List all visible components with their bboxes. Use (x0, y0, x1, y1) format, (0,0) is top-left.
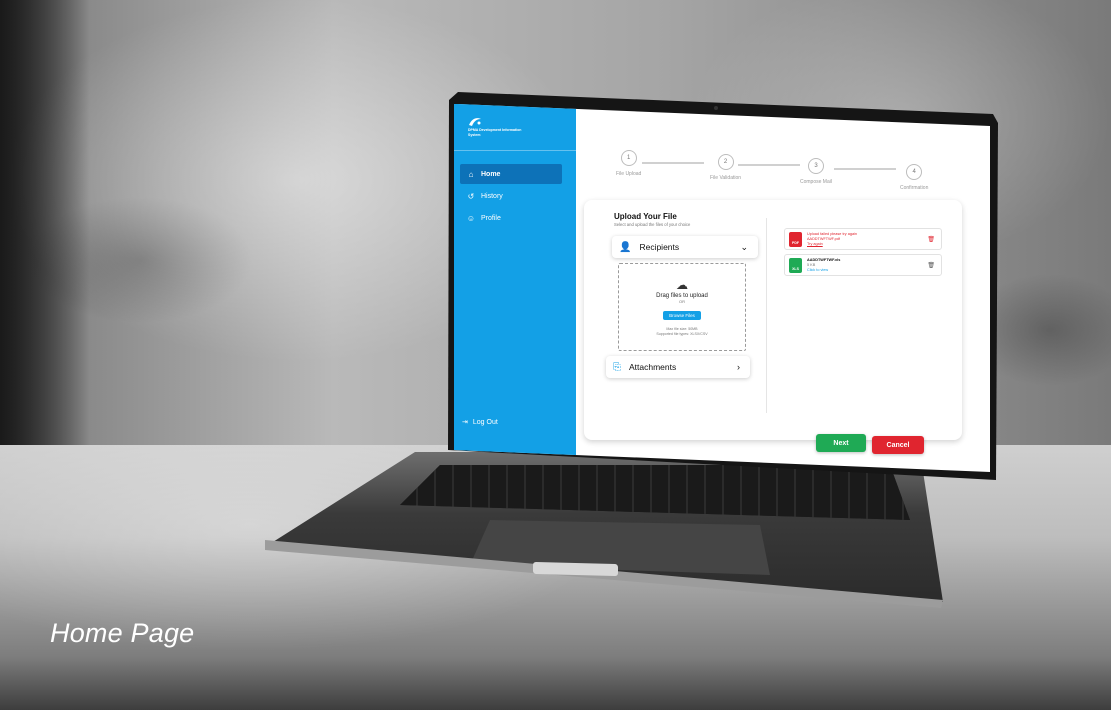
trash-icon[interactable]: 🗑 (927, 236, 935, 243)
step-label: Compose Mail (800, 179, 832, 185)
attachments-accordion[interactable]: ⎘ Attachments › (606, 356, 750, 378)
history-icon: ↺ (467, 191, 475, 201)
panel-divider (766, 218, 767, 413)
browse-files-button[interactable]: Browse Files (663, 311, 701, 320)
try-again-link[interactable]: Try again (807, 242, 823, 247)
trash-icon[interactable]: 🗑 (927, 262, 935, 269)
file-name: AADDTWFTWF.xls (807, 258, 841, 262)
logout-button[interactable]: ⇥ Log Out (462, 418, 498, 427)
logo-text: DPMA Development Information System (468, 128, 522, 137)
step-number: 3 (807, 158, 824, 174)
file-status: Upload failed please try again (807, 232, 858, 236)
laptop-screen: DPMA Development Information System ⌂ Ho… (454, 104, 990, 472)
upload-subtitle: Select and upload the files of your choi… (614, 222, 691, 227)
chevron-down-icon: ⌄ (740, 241, 748, 252)
page-caption: Home Page (50, 618, 195, 648)
sidebar-item-label: Home (481, 170, 501, 178)
dropzone-or: OR (679, 299, 685, 304)
pdf-file-icon: PDF (789, 232, 802, 247)
file-item-error[interactable]: PDF Upload failed please try again AADDT… (784, 228, 942, 250)
step-compose-mail: 3 Compose Mail (800, 158, 832, 185)
person-icon: 👤 (619, 241, 632, 253)
wall-shadow (0, 0, 90, 445)
sidebar-item-home[interactable]: ⌂ Home (460, 164, 562, 184)
sidebar-item-profile[interactable]: ☺ Profile (460, 208, 562, 228)
sidebar-item-label: History (481, 192, 503, 200)
logout-icon: ⇥ (462, 419, 468, 426)
step-file-upload: 1 File Upload (616, 150, 641, 177)
step-label: Confirmation (900, 185, 929, 191)
attachments-label: Attachments (629, 362, 677, 372)
step-number: 4 (906, 164, 923, 180)
step-file-validation: 2 File Validation (710, 154, 741, 181)
camera-icon (714, 106, 718, 110)
upload-cloud-icon: ☁ (676, 278, 688, 292)
sidebar-divider (454, 150, 576, 151)
stepper-connector (834, 168, 896, 170)
step-label: File Upload (616, 171, 642, 177)
step-label: File Validation (710, 175, 742, 181)
upload-title: Upload Your File (614, 212, 677, 221)
view-file-link[interactable]: Click to view (807, 268, 828, 273)
laptop-notch (533, 561, 618, 577)
stepper-connector (738, 164, 800, 166)
paperclip-icon: ⎘ (613, 361, 621, 373)
cancel-button[interactable]: Cancel (872, 436, 924, 454)
sidebar: DPMA Development Information System ⌂ Ho… (454, 104, 576, 472)
logo-icon (469, 118, 481, 126)
file-item-ok[interactable]: XLS AADDTWFTWF.xls 5 KB Click to view 🗑 (784, 254, 942, 276)
recipients-label: Recipients (639, 242, 680, 252)
home-icon: ⌂ (468, 169, 474, 179)
file-dropzone[interactable]: ☁ Drag files to upload OR Browse Files M… (618, 263, 746, 351)
supported-types-note: Supported file types: XLSX/CSV (656, 332, 708, 336)
file-size: 5 KB (807, 263, 816, 267)
logout-label: Log Out (472, 418, 498, 426)
step-confirmation: 4 Confirmation (900, 164, 928, 191)
sidebar-item-label: Profile (481, 214, 501, 222)
next-button[interactable]: Next (816, 434, 866, 452)
recipients-accordion[interactable]: 👤 Recipients ⌄ (612, 236, 758, 258)
step-number: 1 (620, 150, 637, 166)
file-name: AADDTWFTWF.pdf (807, 237, 840, 241)
sidebar-item-history[interactable]: ↺ History (460, 186, 562, 206)
profile-icon: ☺ (466, 213, 476, 223)
stepper-connector (642, 162, 704, 164)
step-number: 2 (717, 154, 734, 170)
chevron-right-icon: › (737, 362, 740, 372)
xls-file-icon: XLS (789, 258, 802, 273)
